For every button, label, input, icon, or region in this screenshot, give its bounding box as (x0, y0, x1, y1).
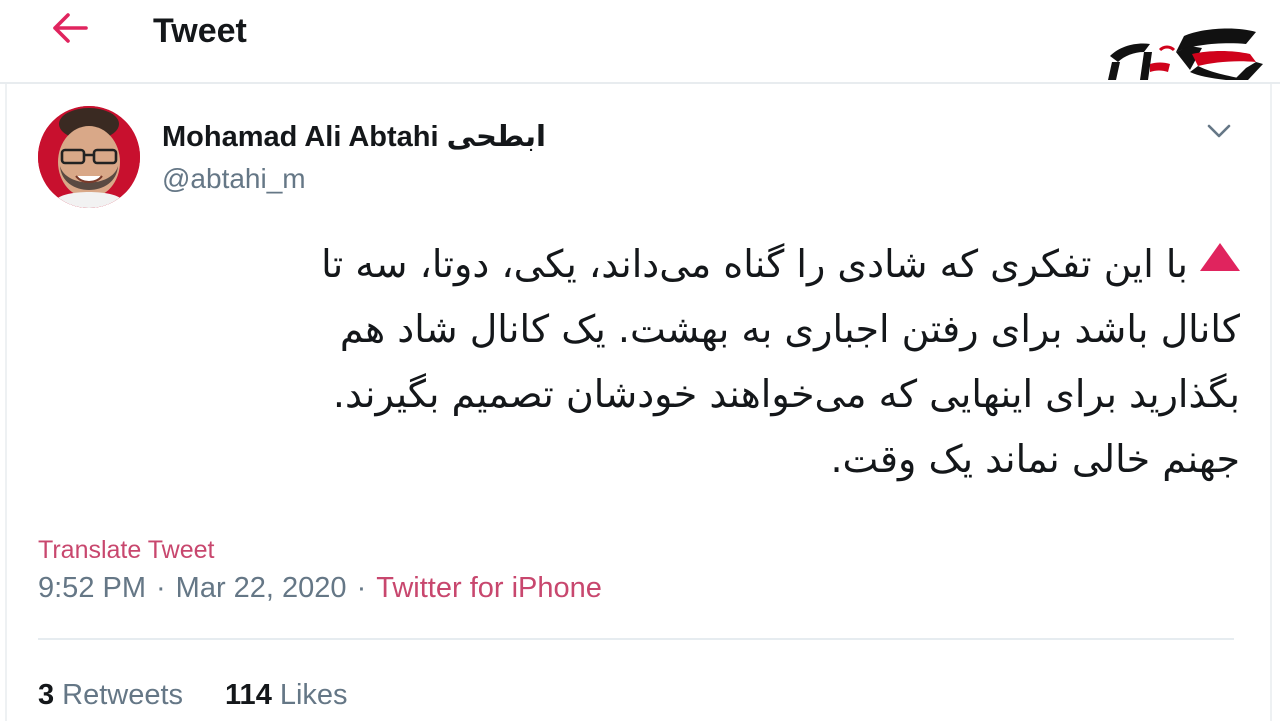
likes-count: 114 (225, 679, 272, 711)
tweet-date[interactable]: Mar 22, 2020 (176, 572, 347, 604)
tweet-text: با این تفکری که شادی را گناه می‌داند، یک… (40, 232, 1240, 492)
tweet-source-link[interactable]: Twitter for iPhone (376, 572, 602, 604)
tweet-page: Tweet Mohamad Ali Abtahi ابطحی @abtahi_m… (0, 0, 1280, 721)
tweet-line: بگذارید برای اینهایی که می‌خواهند خودشان… (332, 372, 1240, 416)
tweet-stats: 3 Retweets 114 Likes (38, 675, 348, 715)
translate-tweet-link[interactable]: Translate Tweet (38, 533, 214, 567)
likes-label: Likes (279, 679, 348, 711)
left-border (5, 0, 7, 721)
retweets-stat[interactable]: 3 Retweets (38, 675, 183, 715)
likes-stat[interactable]: 114 Likes (225, 675, 348, 715)
tweet-line: با این تفکری که شادی را گناه می‌داند، یک… (40, 232, 1240, 297)
tweet-menu-button[interactable] (1200, 114, 1238, 148)
retweets-label: Retweets (62, 679, 184, 711)
header-bar: Tweet (0, 0, 1280, 84)
tweet-line-text: با این تفکری که شادی را گناه می‌داند، یک… (321, 242, 1188, 286)
chevron-down-icon (1207, 124, 1231, 138)
author-name[interactable]: Mohamad Ali Abtahi ابطحی (162, 118, 546, 156)
arrow-left-icon (53, 13, 88, 43)
retweets-count: 3 (38, 679, 55, 711)
red-triangle-icon (1200, 243, 1240, 271)
tweet-line: کانال باشد برای رفتن اجباری به بهشت. یک … (339, 307, 1240, 351)
meta-separator: · (156, 572, 166, 604)
right-border (1270, 82, 1272, 721)
meta-separator: · (356, 572, 367, 604)
tweet-line: جهنم خالی نماند یک وقت. (830, 437, 1240, 481)
avatar[interactable] (38, 106, 140, 208)
back-button[interactable] (46, 6, 94, 50)
author-handle[interactable]: @abtahi_m (162, 160, 306, 198)
tweet-time: 9:52 PM (38, 572, 146, 604)
page-title: Tweet (153, 12, 247, 50)
tweet-meta: 9:52 PM · Mar 22, 2020 · Twitter for iPhone (38, 569, 602, 607)
profile-photo (38, 106, 140, 208)
rokna-logo (1108, 28, 1263, 80)
divider (38, 638, 1234, 640)
